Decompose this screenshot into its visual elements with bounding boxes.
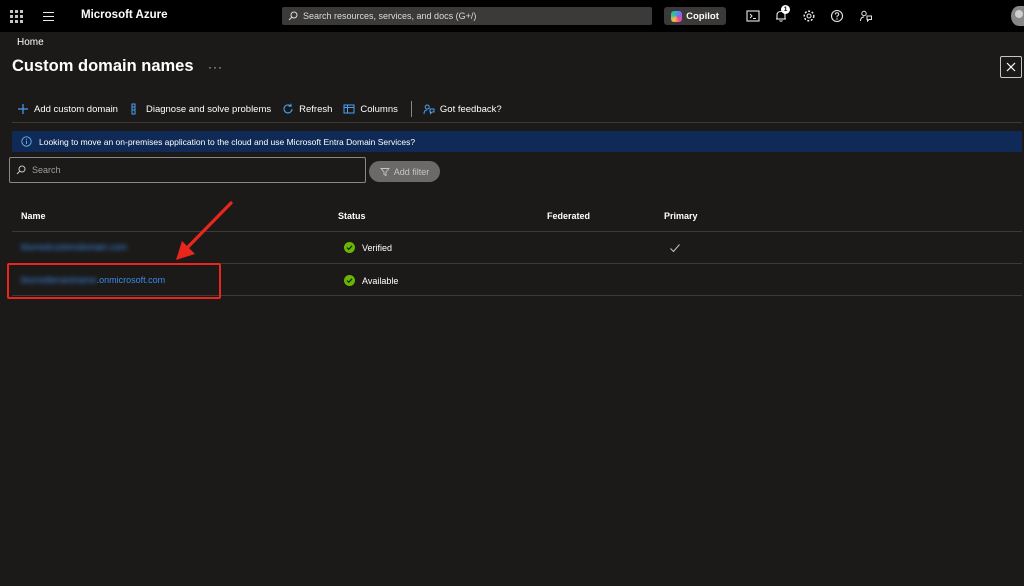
breadcrumb-home[interactable]: Home xyxy=(17,37,44,48)
add-filter-label: Add filter xyxy=(393,166,430,177)
refresh-button[interactable]: Refresh xyxy=(282,103,332,115)
cloud-shell-icon[interactable] xyxy=(746,9,760,23)
column-header-status[interactable]: Status xyxy=(338,211,366,221)
feedback-label: Got feedback? xyxy=(439,103,502,115)
add-custom-domain-button[interactable]: Add custom domain xyxy=(17,103,118,115)
help-icon[interactable] xyxy=(830,9,844,23)
feedback-button[interactable]: Got feedback? xyxy=(423,103,502,115)
feedback-icon[interactable] xyxy=(859,9,873,23)
add-filter-button[interactable]: Add filter xyxy=(369,161,440,182)
global-search-placeholder: Search resources, services, and docs (G+… xyxy=(303,11,477,21)
column-header-federated[interactable]: Federated xyxy=(547,211,590,221)
avatar[interactable] xyxy=(1011,6,1024,26)
close-icon xyxy=(1006,62,1016,72)
search-field[interactable] xyxy=(9,157,366,183)
check-circle-icon xyxy=(344,275,355,286)
columns-label: Columns xyxy=(360,103,398,115)
status-cell: Verified xyxy=(344,242,392,253)
global-search-input[interactable]: Search resources, services, and docs (G+… xyxy=(282,7,652,25)
filter-icon xyxy=(379,167,390,176)
copilot-button[interactable]: Copilot xyxy=(664,7,726,25)
diagnose-label: Diagnose and solve problems xyxy=(145,103,272,115)
search-icon xyxy=(288,11,298,21)
info-icon xyxy=(21,136,32,147)
status-label: Available xyxy=(362,275,399,286)
column-header-name[interactable]: Name xyxy=(21,211,46,221)
columns-icon xyxy=(343,104,355,114)
refresh-icon xyxy=(283,103,293,114)
plus-icon xyxy=(18,104,28,114)
wrench-icon xyxy=(131,103,136,115)
copilot-icon xyxy=(671,10,683,22)
column-header-primary[interactable]: Primary xyxy=(664,211,698,221)
toolbar-divider xyxy=(410,101,412,117)
check-circle-icon xyxy=(344,242,355,253)
close-button[interactable] xyxy=(1000,56,1022,78)
annotation-highlight-box xyxy=(7,263,221,299)
breadcrumb-bar xyxy=(0,35,1024,49)
refresh-label: Refresh xyxy=(299,103,333,115)
diagnose-button[interactable]: Diagnose and solve problems xyxy=(129,103,271,115)
columns-button[interactable]: Columns xyxy=(343,103,398,115)
primary-checkmark-icon xyxy=(669,241,681,253)
search-icon xyxy=(16,165,26,175)
toolbar-separator xyxy=(12,122,1022,123)
waffle-icon[interactable] xyxy=(8,8,24,24)
feedback-icon xyxy=(423,104,435,115)
redacted-domain-name: blurredcustomdomain.com xyxy=(21,242,128,252)
top-navigation-bar: Microsoft Azure Search resources, servic… xyxy=(0,0,1024,32)
copilot-label: Copilot xyxy=(686,10,719,22)
page-title: Custom domain names xyxy=(12,57,194,75)
brand-title[interactable]: Microsoft Azure xyxy=(81,9,167,21)
status-cell: Available xyxy=(344,275,398,286)
annotation-arrow-icon xyxy=(176,201,233,260)
search-input[interactable] xyxy=(32,165,352,175)
notification-count-badge: 1 xyxy=(781,5,790,14)
info-banner-text: Looking to move an on-premises applicati… xyxy=(39,136,416,147)
hamburger-icon[interactable] xyxy=(41,9,57,23)
info-banner[interactable]: Looking to move an on-premises applicati… xyxy=(12,131,1022,152)
status-label: Verified xyxy=(362,242,393,253)
more-options-icon[interactable]: ··· xyxy=(208,60,223,74)
command-toolbar: Add custom domain Diagnose and solve pro… xyxy=(17,100,513,118)
gear-icon[interactable] xyxy=(802,9,816,23)
add-custom-domain-label: Add custom domain xyxy=(34,103,118,115)
table-header-divider xyxy=(12,231,1022,232)
domain-link[interactable]: blurredcustomdomain.com xyxy=(21,242,127,252)
